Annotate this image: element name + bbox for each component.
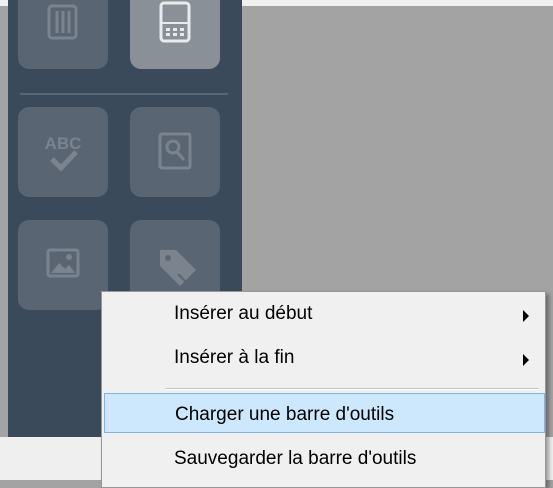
trash-button[interactable] [18,0,108,69]
menu-separator [166,388,539,390]
submenu-arrow-icon [523,310,529,322]
menu-item-label: Insérer au début [174,303,313,324]
search-document-button[interactable] [130,107,220,197]
menu-item-label: Insérer à la fin [174,347,295,368]
spell-check-button[interactable]: ABC [18,107,108,197]
menu-item-insert-end[interactable]: Insérer à la fin [104,337,545,377]
menu-item-label: Sauvegarder la barre d'outils [174,448,417,469]
submenu-arrow-icon [523,354,529,366]
trash-icon [47,4,78,40]
mobile-phone-button[interactable] [130,0,220,69]
image-icon [46,248,80,278]
menu-item-label: Charger une barre d'outils [175,404,395,425]
menu-item-insert-beginning[interactable]: Insérer au début [104,293,545,333]
context-menu: Insérer au début Insérer à la fin Charge… [101,291,546,488]
menu-item-save-toolbar[interactable]: Sauvegarder la barre d'outils [104,438,545,478]
menu-item-load-toolbar[interactable]: Charger une barre d'outils [104,393,545,433]
search-document-icon [158,132,192,170]
image-button[interactable] [18,220,108,310]
spell-check-glyph: ABC [45,134,82,153]
mobile-phone-icon [159,1,191,43]
toolbar-divider [20,93,228,95]
spell-check-icon: ABC [45,134,82,172]
